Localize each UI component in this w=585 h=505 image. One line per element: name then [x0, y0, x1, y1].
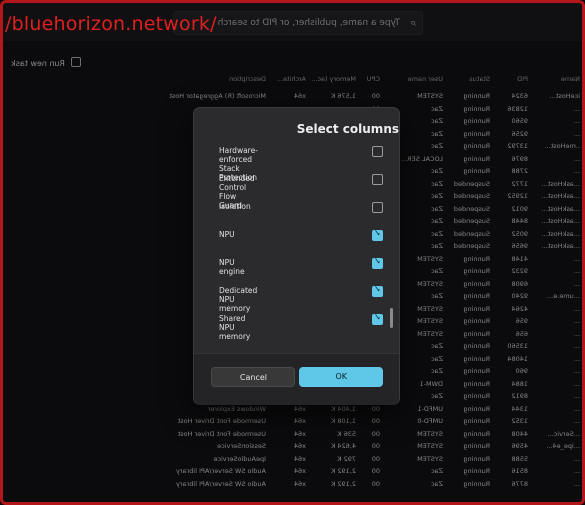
column-option[interactable]: Dedicated NPU memory	[194, 284, 399, 313]
checkbox-unchecked[interactable]	[372, 202, 383, 213]
dialog-footer: OK Cancel	[194, 353, 399, 405]
checkbox-unchecked[interactable]	[372, 174, 383, 185]
select-columns-dialog: Select columns Hardware-enforced Stack P…	[193, 107, 400, 405]
checkbox-checked[interactable]	[372, 258, 383, 269]
ok-label: OK	[335, 372, 347, 381]
watermark-url: /bluehorizon.network/	[5, 13, 217, 35]
checkbox-checked[interactable]	[372, 230, 383, 241]
dialog-title: Select columns	[296, 122, 399, 136]
column-option[interactable]: Hardware-enforced Stack Protection	[194, 144, 399, 182]
column-option[interactable]: Shared NPU memory	[194, 312, 399, 341]
cancel-button[interactable]: Cancel	[211, 367, 295, 387]
scroll-indicator[interactable]	[390, 308, 393, 328]
column-option[interactable]: NPU engine	[194, 256, 399, 276]
column-option[interactable]: Extended Control Flow Guard	[194, 172, 399, 210]
option-label: NPU	[219, 230, 235, 239]
option-label: Dedicated NPU memory	[219, 286, 258, 313]
checkbox-checked[interactable]	[372, 286, 383, 297]
task-manager-window: ⌕ Type a name, publisher, or PID to sear…	[0, 0, 585, 505]
checkbox-unchecked[interactable]	[372, 146, 383, 157]
option-label: Shared NPU memory	[219, 314, 251, 341]
ok-button[interactable]: OK	[299, 367, 383, 387]
checkbox-checked[interactable]	[372, 314, 383, 325]
cancel-label: Cancel	[239, 373, 267, 382]
column-option[interactable]: Isolation	[194, 200, 399, 216]
column-option[interactable]: NPU	[194, 228, 399, 244]
option-label: NPU engine	[219, 258, 245, 276]
option-label: Isolation	[219, 202, 251, 211]
